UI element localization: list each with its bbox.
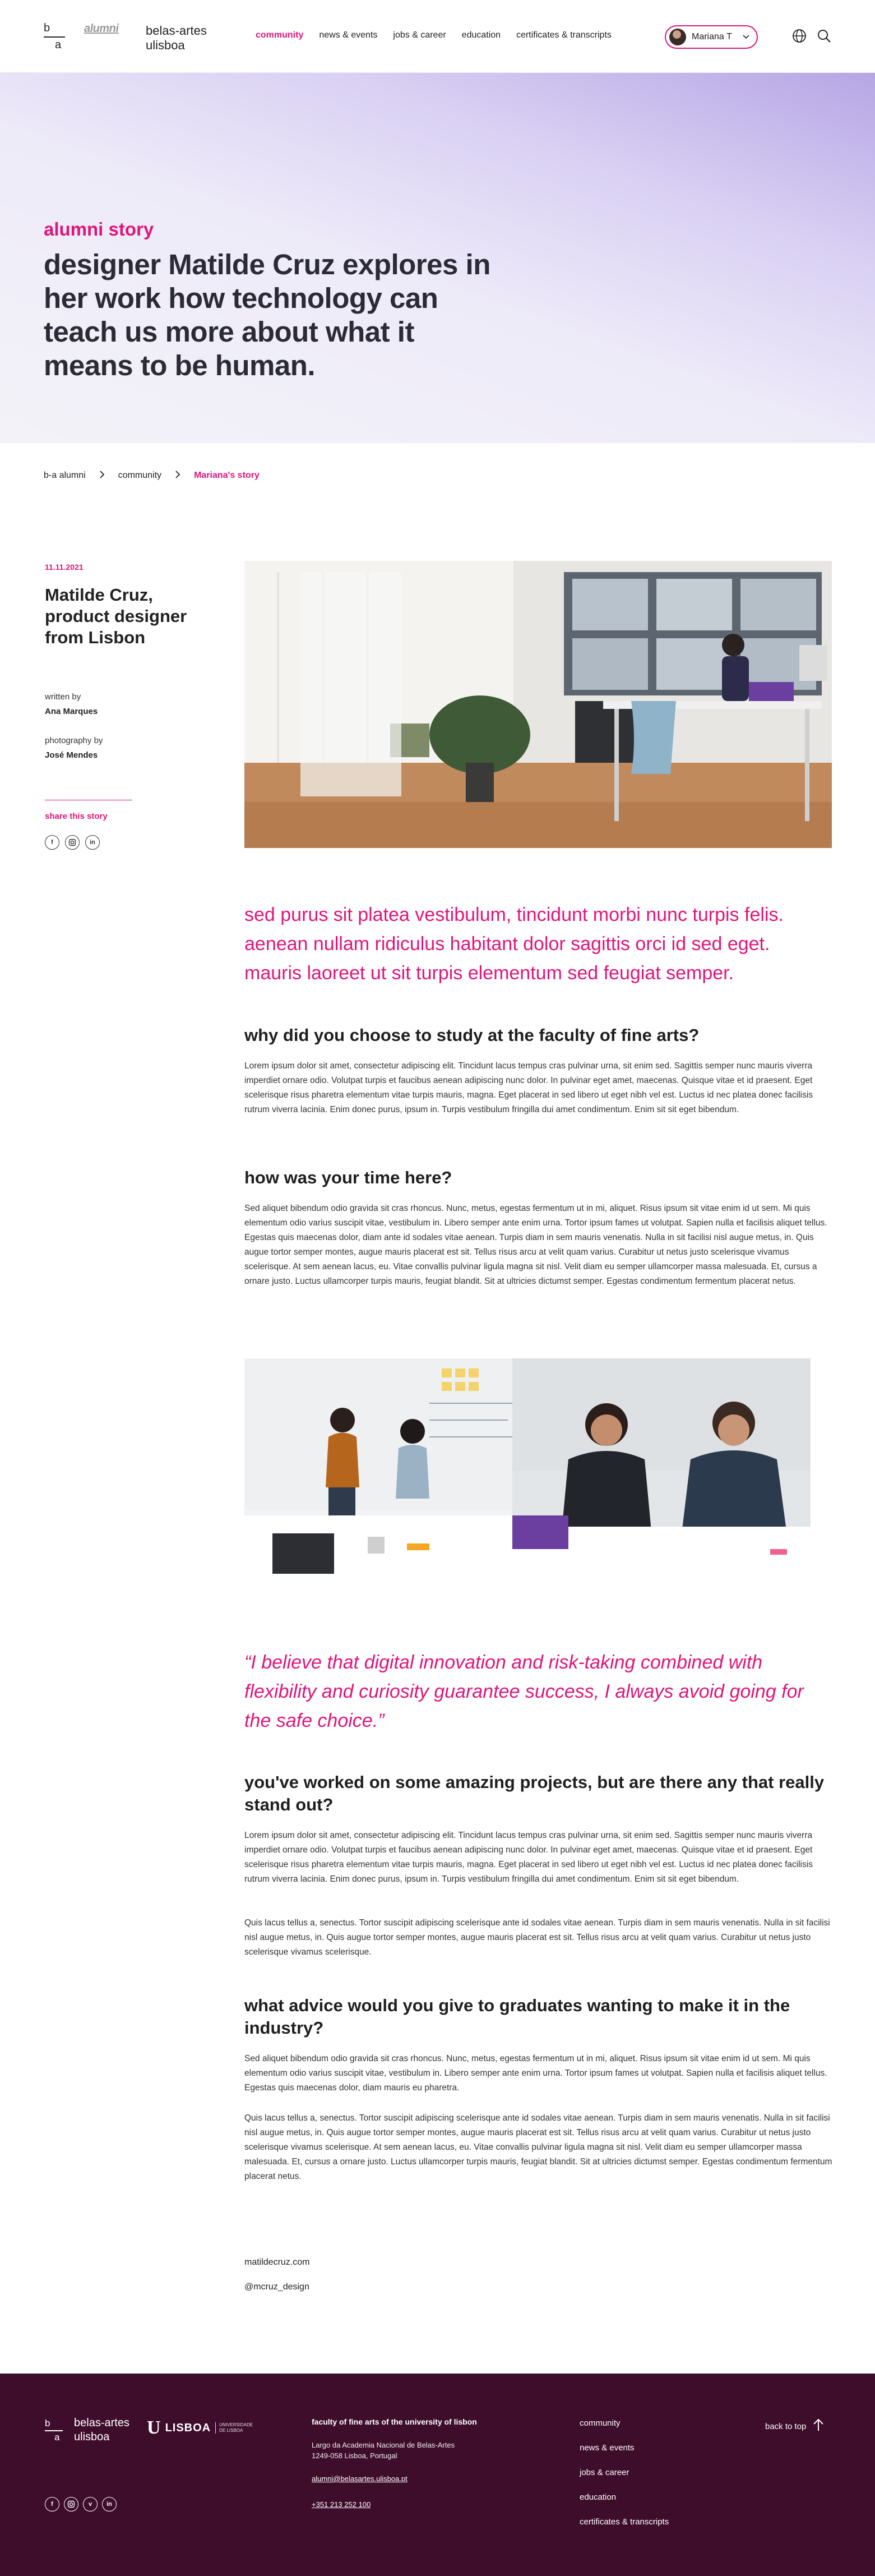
ulisboa-mark: U — [147, 2417, 161, 2438]
article-hero-photo — [244, 561, 832, 848]
linkedin-icon[interactable]: in — [85, 835, 100, 850]
org-name: belas-artes ulisboa — [146, 24, 207, 52]
pull-quote: “I believe that digital innovation and r… — [244, 1652, 804, 1731]
section-heading-4: what advice would you give to graduates … — [244, 1996, 790, 2038]
section-paragraph-2: Sed aliquet bibendum odio gravida sit cr… — [244, 1204, 827, 1286]
footer-email-link[interactable]: alumni@belasartes.ulisboa.pt — [312, 2474, 408, 2483]
logo-letter-b: b — [44, 22, 50, 34]
chevron-right-icon — [99, 469, 105, 482]
section-paragraph-4b: Quis lacus tellus a, senectus. Tortor su… — [244, 2113, 832, 2181]
chevron-right-icon — [175, 469, 180, 482]
back-to-top-button[interactable]: back to top — [765, 2418, 825, 2434]
section-heading-1: why did you choose to study at the facul… — [244, 1025, 700, 1045]
article-date: 11.11.2021 — [45, 563, 84, 572]
share-icons: f in — [45, 835, 100, 850]
section-paragraph-3a: Lorem ipsum dolor sit amet, consectetur … — [244, 1831, 813, 1884]
footer-logo-letter-a: a — [54, 2432, 60, 2443]
alumni-logo[interactable]: alumni — [84, 22, 119, 35]
breadcrumb: b-a alumni community Mariana's story — [44, 469, 260, 482]
site-footer: b a belas-artes ulisboa U LISBOA UNIVERS… — [0, 2374, 875, 2576]
share-label: share this story — [45, 812, 108, 821]
instagram-icon[interactable] — [65, 835, 80, 850]
footer-nav-community[interactable]: community — [580, 2418, 621, 2428]
section-heading-3: you've worked on some amazing projects, … — [244, 1772, 825, 1814]
globe-icon[interactable] — [791, 28, 807, 44]
footer-nav-news-events[interactable]: news & events — [580, 2443, 635, 2453]
hero-kicker: alumni story — [44, 219, 154, 239]
site-header: b a alumni belas-artes ulisboa community… — [0, 0, 875, 73]
website-link[interactable]: matildecruz.com — [244, 2257, 309, 2268]
search-icon[interactable] — [816, 28, 832, 44]
footer-address-line2: 1249-058 Lisboa, Portugal — [312, 2451, 397, 2460]
vimeo-icon[interactable]: v — [83, 2497, 98, 2512]
photography-label: photography by — [45, 736, 103, 745]
main-nav: community news & events jobs & career ed… — [256, 30, 612, 40]
article-photo-team — [512, 1358, 811, 1576]
ba-logo[interactable]: b a — [44, 22, 66, 52]
arrow-up-icon — [812, 2418, 825, 2434]
written-by-label: written by — [45, 692, 81, 702]
section-paragraph-1: Lorem ipsum dolor sit amet, consectetur … — [244, 1061, 813, 1114]
breadcrumb-item-current: Mariana's story — [194, 470, 260, 480]
hero-banner: alumni story designer Matilde Cruz explo… — [0, 73, 875, 443]
footer-social-icons: f v in — [45, 2497, 117, 2512]
footer-org-name: belas-artes ulisboa — [74, 2417, 129, 2443]
ulisboa-tagline: UNIVERSIDADE DE LISBOA — [215, 2422, 253, 2434]
footer-heading: faculty of fine arts of the university o… — [312, 2417, 477, 2426]
nav-item-certificates[interactable]: certificates & transcripts — [516, 30, 612, 40]
section-paragraph-4a: Sed aliquet bibendum odio gravida sit cr… — [244, 2054, 827, 2093]
social-handle[interactable]: @mcruz_design — [244, 2282, 309, 2292]
logo-letter-a: a — [55, 39, 62, 51]
footer-ba-logo[interactable]: b a — [45, 2418, 64, 2443]
ulisboa-word: LISBOA — [165, 2421, 211, 2434]
footer-nav-education[interactable]: education — [580, 2492, 616, 2502]
logo-bar — [44, 36, 65, 38]
back-to-top-label: back to top — [765, 2421, 807, 2431]
breadcrumb-item-community[interactable]: community — [118, 471, 161, 481]
nav-item-news-events[interactable]: news & events — [319, 30, 377, 40]
user-name: Mariana T — [692, 32, 732, 42]
photographer-name: José Mendes — [45, 750, 98, 760]
chevron-down-icon — [742, 33, 750, 42]
user-avatar — [669, 29, 686, 45]
article-lead: sed purus sit platea vestibulum, tincidu… — [244, 904, 784, 984]
footer-address-line1: Largo da Academia Nacional de Belas-Arte… — [312, 2441, 455, 2449]
user-menu-button[interactable]: Mariana T — [665, 25, 758, 49]
article-subject: Matilde Cruz, product designer from Lisb… — [45, 585, 187, 647]
linkedin-icon[interactable]: in — [102, 2497, 117, 2512]
section-paragraph-3b: Quis lacus tellus a, senectus. Tortor su… — [244, 1918, 830, 1957]
ulisboa-logo[interactable]: U LISBOA UNIVERSIDADE DE LISBOA — [147, 2417, 253, 2438]
nav-item-community[interactable]: community — [256, 30, 303, 40]
hero-title: designer Matilde Cruz explores in her wo… — [44, 248, 490, 381]
footer-phone-link[interactable]: +351 213 252 100 — [312, 2500, 371, 2509]
section-heading-2: how was your time here? — [244, 1168, 452, 1187]
breadcrumb-item-ba-alumni[interactable]: b-a alumni — [44, 471, 86, 481]
footer-nav-jobs-career[interactable]: jobs & career — [580, 2468, 629, 2477]
nav-item-jobs-career[interactable]: jobs & career — [393, 30, 446, 40]
footer-logo-bar — [45, 2430, 63, 2431]
nav-item-education[interactable]: education — [462, 30, 501, 40]
article-photo-whiteboard — [244, 1358, 543, 1576]
facebook-icon[interactable]: f — [45, 835, 59, 850]
footer-nav-certificates[interactable]: certificates & transcripts — [580, 2517, 669, 2527]
footer-logo-letter-b: b — [45, 2418, 50, 2428]
author-name: Ana Marques — [45, 707, 98, 716]
instagram-icon[interactable] — [64, 2497, 78, 2512]
facebook-icon[interactable]: f — [45, 2497, 59, 2512]
